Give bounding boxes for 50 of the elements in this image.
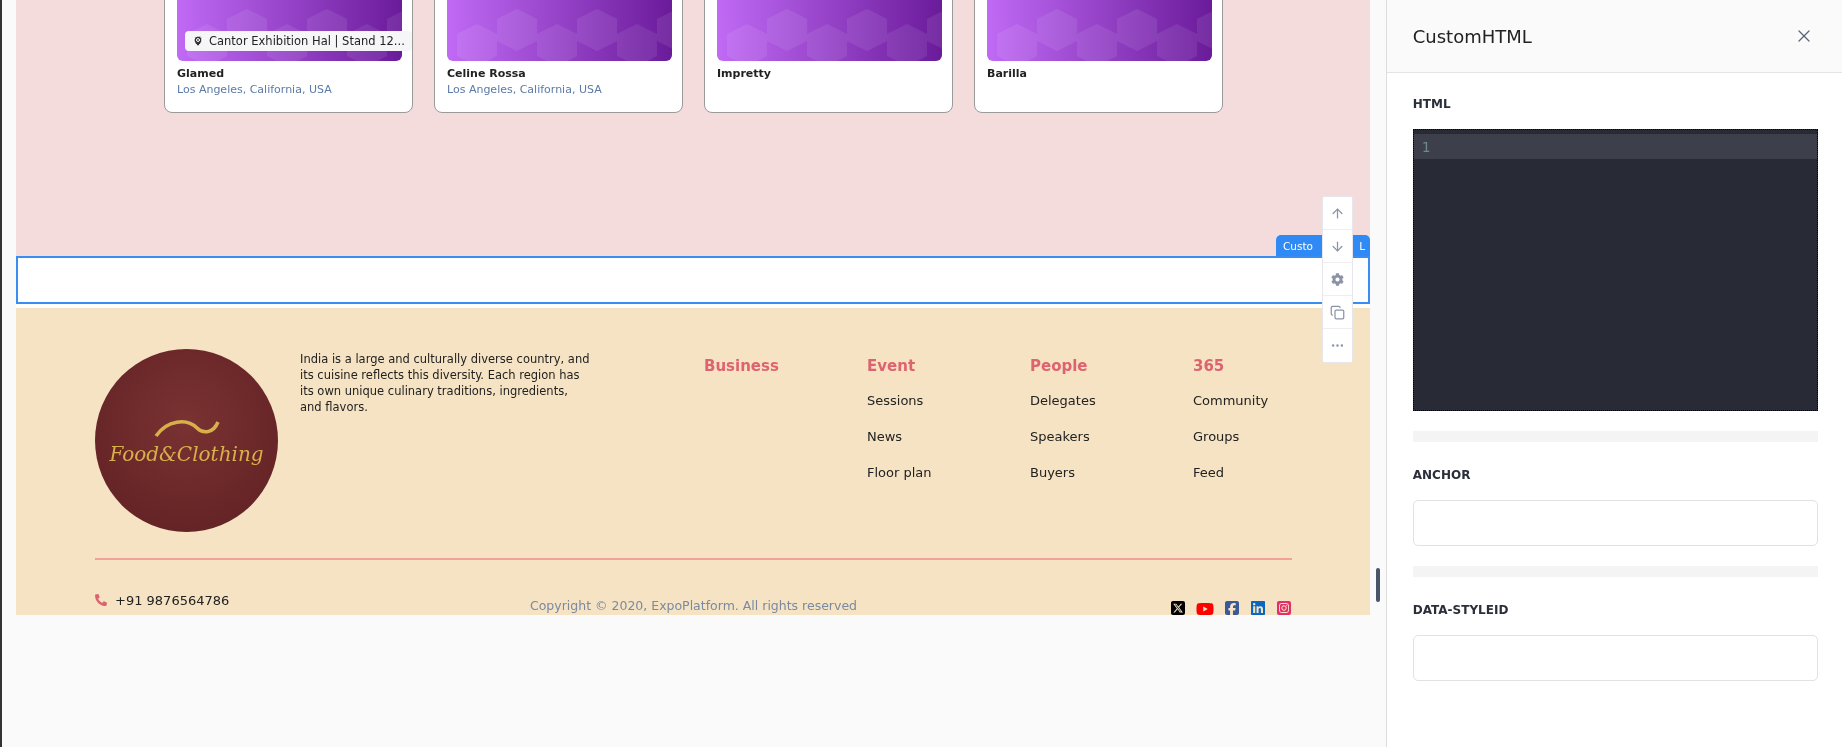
exhibitor-name: Barilla bbox=[987, 67, 1028, 80]
copyright-text: Copyright © 2020, ExpoPlatform. All rights reserved bbox=[529, 597, 858, 613]
footer-link[interactable]: Groups bbox=[1193, 429, 1356, 451]
stand-text: Cantor Exhibition Hal | Stand 12... bbox=[209, 34, 405, 48]
field-label: HTML bbox=[1412, 97, 1452, 111]
pin-icon bbox=[192, 35, 204, 47]
footer-link[interactable]: Delegates bbox=[1030, 393, 1193, 415]
logo-text: Food&Clothing bbox=[109, 441, 264, 466]
text-field[interactable] bbox=[1412, 500, 1818, 546]
phone-number: +91 9876564786 bbox=[115, 592, 230, 608]
exhibitor-name: Glamed bbox=[177, 67, 226, 80]
footer-link[interactable]: Community bbox=[1193, 393, 1356, 415]
settings-icon bbox=[1331, 272, 1344, 286]
footer-column-title: Event bbox=[867, 357, 917, 377]
move-up-button[interactable] bbox=[1323, 197, 1352, 230]
block-label-text: Custo bbox=[1283, 239, 1313, 252]
footer-link[interactable]: News bbox=[867, 429, 1030, 451]
exhibitor-card[interactable]: Cantor Exhibition Hal | Stand 12... Glamed Los Angeles, California, USA bbox=[164, 0, 413, 113]
block-label-text: L bbox=[1359, 239, 1365, 252]
phone-icon bbox=[95, 594, 107, 606]
selected-block[interactable] bbox=[16, 256, 1370, 304]
youtube-icon[interactable] bbox=[1196, 600, 1214, 615]
footer-description: India is a large and culturally diverse country, and its cuisine reflects this diversity. Each region has its own unique culinary traditions, ingredients, and flavors. bbox=[300, 351, 590, 416]
text-field[interactable] bbox=[1412, 635, 1818, 681]
footer-link[interactable]: Floor plan bbox=[867, 465, 1030, 487]
footer-link[interactable]: Sessions bbox=[867, 393, 1030, 415]
line-number: 1 bbox=[1421, 138, 1431, 155]
panel-title: CustomHTML bbox=[1412, 25, 1532, 47]
footer-column-title: Business bbox=[704, 357, 780, 377]
exhibitor-name: Impretty bbox=[717, 67, 772, 80]
field-label: ANCHOR bbox=[1412, 468, 1472, 482]
footer-link[interactable]: Speakers bbox=[1030, 429, 1193, 451]
exhibitor-card[interactable]: Celine Rossa Los Angeles, California, USA bbox=[434, 0, 683, 113]
instagram-icon[interactable] bbox=[1276, 600, 1292, 615]
facebook-icon[interactable] bbox=[1224, 600, 1240, 615]
exhibitor-name: Celine Rossa bbox=[447, 67, 527, 80]
footer-link[interactable]: Buyers bbox=[1030, 465, 1193, 487]
footer-column-title: 365 bbox=[1193, 357, 1226, 377]
footer-link[interactable]: Feed bbox=[1193, 465, 1356, 487]
exhibitor-card[interactable]: Barilla bbox=[974, 0, 1223, 113]
linkedin-icon[interactable] bbox=[1250, 600, 1266, 615]
scrollbar-thumb[interactable] bbox=[1375, 568, 1380, 602]
exhibitor-location: Los Angeles, California, USA bbox=[177, 83, 333, 96]
copy-icon bbox=[1330, 304, 1345, 320]
exhibitor-location: Los Angeles, California, USA bbox=[447, 83, 603, 96]
x-icon[interactable] bbox=[1170, 600, 1186, 615]
field-label: DATA-STYLEID bbox=[1412, 603, 1510, 617]
arrow-down-icon bbox=[1330, 238, 1345, 254]
exhibitor-card[interactable]: Impretty bbox=[704, 0, 953, 113]
footer-column-title: People bbox=[1030, 357, 1089, 377]
